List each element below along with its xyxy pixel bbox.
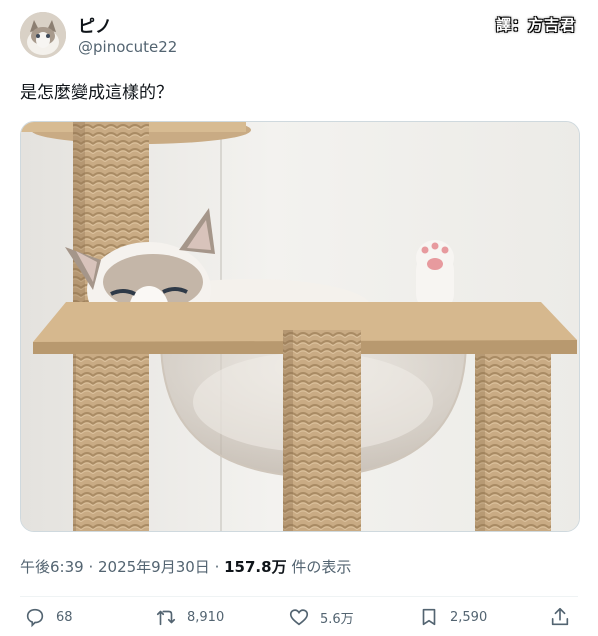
share-button[interactable] — [549, 606, 581, 628]
display-name[interactable]: ピノ — [78, 12, 112, 37]
tweet-text: 是怎麼變成這樣的？ — [20, 83, 173, 103]
bookmark-icon — [422, 608, 436, 626]
like-count: 5.6万 — [320, 611, 354, 627]
user-handle[interactable]: @pinocute22 — [78, 38, 177, 56]
heart-icon — [289, 609, 309, 626]
tweet-meta: 午後6:39 · 2025年9月30日 · 157.8万 件の表示 — [20, 556, 351, 577]
tweet-date[interactable]: 2025年9月30日 — [98, 558, 210, 576]
cat-tree-photo-icon — [21, 122, 579, 531]
avatar[interactable] — [20, 12, 66, 58]
tweet-time[interactable]: 午後6:39 — [20, 558, 84, 576]
tweet-image[interactable] — [20, 121, 580, 532]
reply-count: 68 — [56, 609, 73, 625]
meta-separator: · — [83, 558, 98, 576]
retweet-icon — [156, 610, 176, 626]
meta-separator: · — [209, 558, 225, 576]
retweet-button[interactable]: 8,910 — [155, 606, 224, 628]
views-label: 件の表示 — [286, 558, 352, 576]
bookmark-count: 2,590 — [450, 609, 488, 625]
like-button[interactable]: 5.6万 — [288, 606, 354, 628]
bookmark-button[interactable]: 2,590 — [418, 606, 487, 628]
retweet-count: 8,910 — [187, 609, 225, 625]
reply-button[interactable]: 68 — [24, 606, 73, 628]
divider — [20, 596, 578, 597]
views-count: 157.8万 — [224, 558, 287, 576]
action-bar: 68 8,910 5.6万 2,590 — [0, 606, 598, 636]
share-icon — [551, 607, 569, 626]
cat-avatar-icon — [20, 12, 66, 58]
credit-watermark: 譯：方吉君 — [495, 16, 576, 34]
reply-icon — [26, 608, 44, 628]
